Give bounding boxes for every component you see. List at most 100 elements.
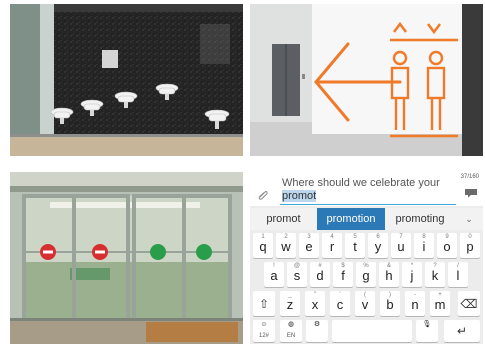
- key-q[interactable]: 1q: [253, 233, 273, 258]
- key-u[interactable]: 7u: [391, 233, 411, 258]
- suggestion-3[interactable]: promoting: [385, 208, 455, 230]
- elevator-arrow-sign-illustration: [250, 4, 483, 156]
- key-e[interactable]: 3e: [299, 233, 319, 258]
- key-alt-char: @: [293, 263, 301, 269]
- key-j[interactable]: * j: [402, 262, 422, 287]
- key-k[interactable]: ? k: [425, 262, 445, 287]
- key-alt-char: 9: [445, 234, 449, 240]
- key-alt-char: 2: [284, 234, 288, 240]
- key-alt-char: ": [313, 292, 317, 298]
- key-alt-char: _: [288, 292, 292, 298]
- key-n[interactable]: -n: [405, 291, 425, 316]
- backspace-key[interactable]: ⌫: [458, 291, 480, 316]
- key-w[interactable]: 2w: [276, 233, 296, 258]
- key-alt-char: #: [318, 263, 322, 269]
- chevron-down-icon[interactable]: ⌄: [455, 208, 483, 230]
- washbasins-photo: [10, 4, 243, 156]
- image-collage: Where should we celebrate your promot 37…: [0, 0, 485, 348]
- key-x[interactable]: " x: [305, 291, 325, 316]
- key-alt-char: 1: [261, 234, 265, 240]
- suggestion-strip: promot promotion promoting ⌄: [250, 208, 483, 230]
- key-char: t: [353, 239, 357, 254]
- key-m[interactable]: + m: [430, 291, 450, 316]
- input-underline: [280, 204, 456, 205]
- suggestion-2[interactable]: promotion: [317, 208, 385, 230]
- key-char: i: [422, 239, 426, 254]
- key-alt-char: 3: [307, 234, 311, 240]
- wall-sinks-illustration: [10, 4, 243, 156]
- key-char: j: [410, 268, 414, 283]
- key-r[interactable]: 4r: [322, 233, 342, 258]
- key-char: e: [305, 239, 313, 254]
- globe-icon: ◍: [287, 321, 295, 328]
- key-char: h: [385, 268, 393, 283]
- key-char: s: [293, 268, 301, 283]
- symbols-key-label: 12#: [258, 333, 269, 339]
- shift-key[interactable]: ⇧: [253, 291, 275, 316]
- key-char: p: [466, 239, 474, 254]
- key-o[interactable]: 9o: [437, 233, 457, 258]
- send-icon[interactable]: [464, 188, 478, 198]
- key-p[interactable]: 0p: [460, 233, 480, 258]
- key-b[interactable]: ) b: [380, 291, 400, 316]
- key-char: z: [286, 297, 294, 312]
- space-key[interactable]: [332, 320, 412, 342]
- key-char: f: [341, 268, 345, 283]
- key-c[interactable]: ' c: [330, 291, 350, 316]
- key-alt-char: 0: [468, 234, 472, 240]
- sliding-doors-illustration: [10, 172, 243, 344]
- key-alt-char: $: [341, 263, 345, 269]
- key-alt-char: /: [457, 263, 459, 269]
- message-input[interactable]: Where should we celebrate your promot: [282, 177, 452, 203]
- key-f[interactable]: $ f: [333, 262, 353, 287]
- paperclip-icon[interactable]: [258, 190, 268, 200]
- key-char: b: [386, 297, 394, 312]
- message-highlight: promot: [282, 190, 317, 202]
- language-key-label: EN: [286, 333, 296, 339]
- microphone-key[interactable]: 🎙: [416, 320, 438, 342]
- key-char: c: [336, 297, 344, 312]
- key-v[interactable]: (v: [355, 291, 375, 316]
- key-char: k: [431, 268, 439, 283]
- key-char: u: [397, 239, 405, 254]
- key-char: r: [329, 239, 335, 254]
- key-char: y: [374, 239, 382, 254]
- message-text: Where should we celebrate your: [282, 177, 440, 189]
- key-alt-char: ': [339, 292, 341, 298]
- key-y[interactable]: 6y: [368, 233, 388, 258]
- key-char: v: [361, 297, 369, 312]
- key-i[interactable]: 8i: [414, 233, 434, 258]
- key-z[interactable]: _ z: [280, 291, 300, 316]
- key-char: n: [411, 297, 419, 312]
- no-entry-sign-right: [92, 244, 108, 260]
- gear-icon: ⚙: [313, 321, 321, 328]
- char-counter: 37/160: [460, 174, 479, 180]
- key-h[interactable]: & h: [379, 262, 399, 287]
- language-key[interactable]: ◍ EN: [280, 320, 302, 342]
- key-alt-char: 6: [376, 234, 380, 240]
- symbols-key[interactable]: ☺ 12#: [253, 320, 275, 342]
- key-char: g: [362, 268, 370, 283]
- key-alt-char: !: [273, 263, 275, 269]
- suggestion-1[interactable]: promot: [250, 208, 317, 230]
- key-t[interactable]: 5t: [345, 233, 365, 258]
- key-alt-char: *: [410, 263, 414, 269]
- key-d[interactable]: # d: [310, 262, 330, 287]
- keyboard-screenshot: Where should we celebrate your promot 37…: [250, 168, 483, 344]
- elevator-sign-photo: [250, 4, 483, 156]
- key-char: l: [456, 268, 460, 283]
- key-alt-char: ): [389, 292, 391, 298]
- settings-key[interactable]: ⚙: [306, 320, 328, 342]
- key-a[interactable]: ! a: [264, 262, 284, 287]
- key-char: w: [281, 239, 291, 254]
- key-alt-char: +: [438, 292, 442, 298]
- key-alt-char: (: [364, 292, 366, 298]
- enter-key[interactable]: ↵: [444, 320, 480, 342]
- key-char: m: [434, 297, 446, 312]
- key-l[interactable]: / l: [448, 262, 468, 287]
- key-alt-char: 5: [353, 234, 357, 240]
- key-char: d: [316, 268, 324, 283]
- key-s[interactable]: @ s: [287, 262, 307, 287]
- key-char: x: [311, 297, 319, 312]
- key-g[interactable]: % g: [356, 262, 376, 287]
